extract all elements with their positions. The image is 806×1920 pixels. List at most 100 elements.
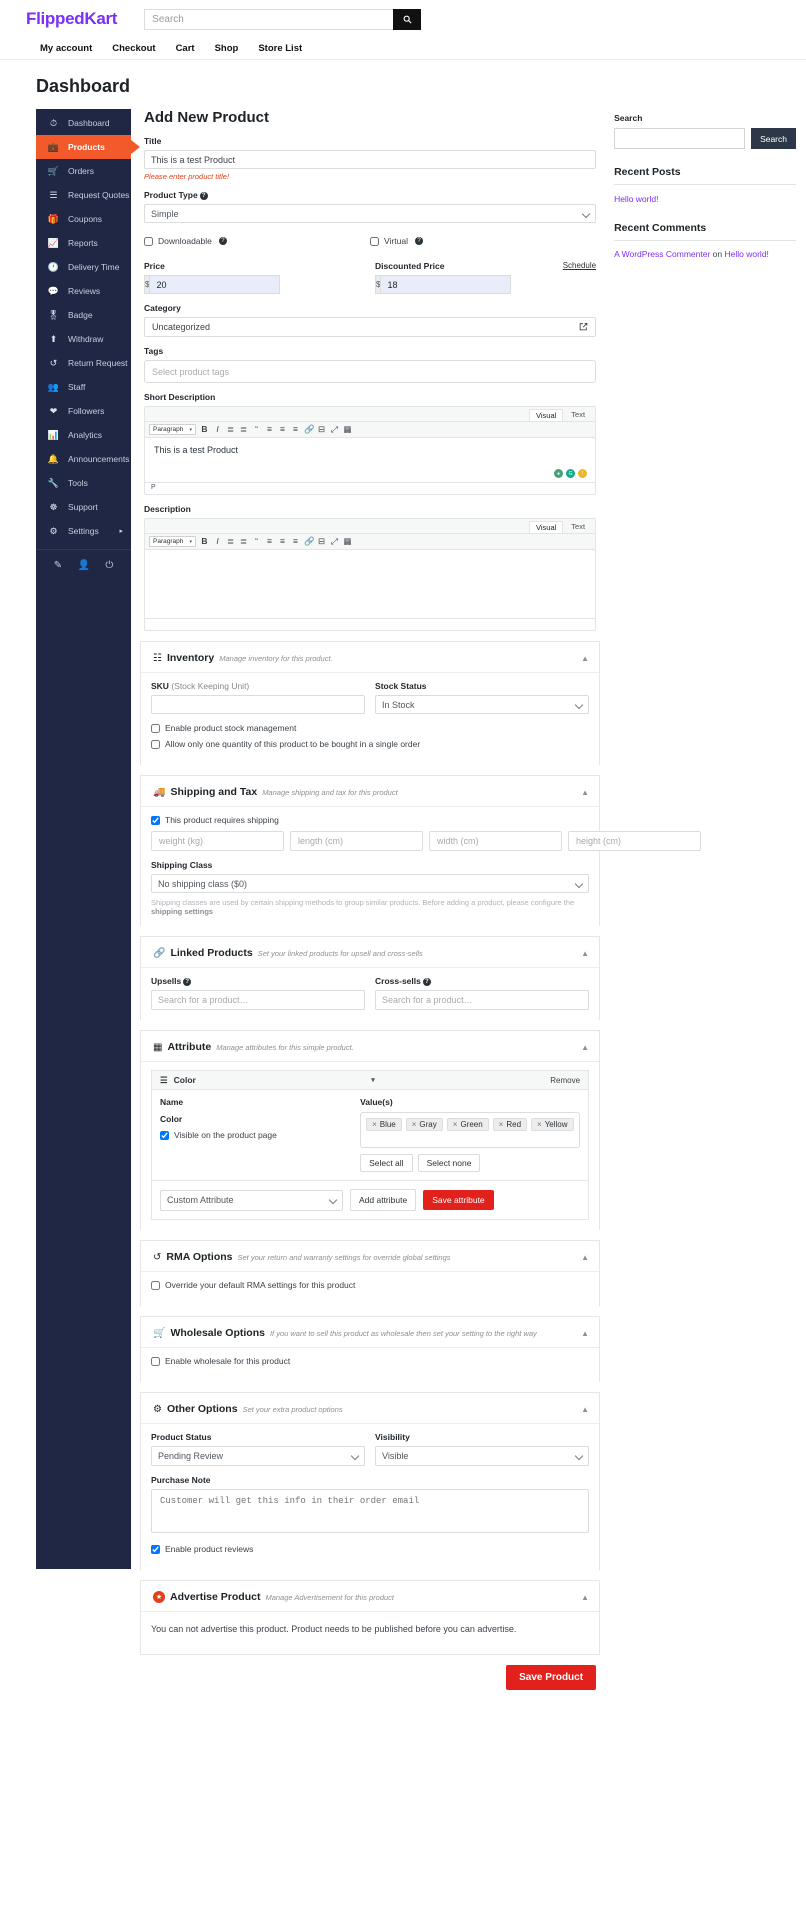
select-none-button[interactable]: Select none (417, 1154, 481, 1172)
downloadable-checkbox[interactable] (144, 236, 153, 246)
inventory-collapse-toggle[interactable]: ▲ (581, 654, 589, 663)
width-input[interactable] (429, 831, 562, 851)
help-icon[interactable]: ? (218, 237, 227, 245)
visibility-select[interactable]: Visible (375, 1446, 590, 1466)
nav-item-store-list[interactable]: Store List (248, 40, 312, 58)
tab-visual[interactable]: Visual (529, 409, 564, 421)
crosssells-input[interactable] (375, 990, 590, 1010)
user-icon[interactable]: 👤 (78, 560, 90, 571)
remove-attribute-button[interactable]: Remove (550, 1076, 580, 1085)
attribute-chip[interactable]: × Green (446, 1118, 489, 1131)
widget-search-button[interactable]: Search (751, 128, 796, 149)
close-icon[interactable]: × (537, 1120, 542, 1129)
attribute-row-header[interactable]: ☰ Color ▾ Remove (151, 1070, 590, 1090)
attribute-collapse-toggle[interactable]: ▲ (581, 1043, 589, 1052)
stock-management-checkbox[interactable] (151, 723, 160, 733)
bold-icon[interactable]: B (200, 537, 209, 546)
price-input[interactable] (149, 275, 281, 294)
attribute-chip[interactable]: × Gray (405, 1118, 443, 1131)
sidebar-item-staff[interactable]: 👥 Staff (36, 375, 131, 399)
save-product-button[interactable]: Save Product (506, 1665, 597, 1690)
blockquote-icon[interactable]: “ (252, 537, 261, 546)
linked-collapse-toggle[interactable]: ▲ (581, 949, 589, 958)
blockquote-icon[interactable]: “ (252, 425, 261, 434)
requires-shipping-checkbox[interactable] (151, 815, 160, 825)
sidebar-item-reports[interactable]: 📈 Reports (36, 231, 131, 255)
link-icon[interactable]: 🔗 (304, 425, 315, 434)
drag-handle-icon[interactable]: ☰ (160, 1075, 168, 1086)
sidebar-item-dashboard[interactable]: ⏱ Dashboard (36, 111, 131, 135)
sidebar-item-support[interactable]: ☸ Support (36, 495, 131, 519)
product-status-select[interactable]: Pending Review (151, 1446, 366, 1466)
help-icon[interactable]: ? (183, 978, 192, 986)
rma-override-checkbox[interactable] (151, 1280, 160, 1290)
chevron-right-icon[interactable]: ▸ (119, 527, 123, 535)
align-left-icon[interactable]: ≡ (265, 425, 274, 434)
align-center-icon[interactable]: ≡ (278, 425, 287, 434)
sidebar-item-badge[interactable]: 🎖 Badge (36, 303, 131, 327)
header-search-input[interactable] (144, 8, 394, 30)
weight-input[interactable] (151, 831, 284, 851)
align-right-icon[interactable]: ≡ (291, 425, 300, 434)
close-icon[interactable]: × (412, 1120, 417, 1129)
sidebar-item-announcements[interactable]: 🔔 Announcements (36, 447, 131, 471)
desc-body[interactable] (145, 550, 595, 618)
bulleted-list-icon[interactable]: ≣ (226, 425, 235, 434)
sidebar-item-coupons[interactable]: 🎁 Coupons (36, 207, 131, 231)
category-field[interactable]: Uncategorized (144, 317, 597, 337)
align-center-icon[interactable]: ≡ (278, 537, 287, 546)
advertise-collapse-toggle[interactable]: ▲ (581, 1593, 589, 1602)
brand-logo[interactable]: FlippedKart (26, 9, 117, 29)
upsells-input[interactable] (151, 990, 366, 1010)
edit-icon[interactable]: ✎ (54, 560, 62, 571)
sidebar-item-followers[interactable]: ❤ Followers (36, 399, 131, 423)
product-type-select[interactable]: Simple (144, 204, 597, 223)
stock-status-select[interactable]: In Stock (375, 695, 590, 714)
tab-text[interactable]: Text (565, 521, 591, 533)
header-search-button[interactable] (393, 8, 422, 30)
edit-square-icon[interactable] (579, 322, 588, 333)
custom-attribute-select[interactable]: Custom Attribute (160, 1189, 343, 1211)
sidebar-item-delivery-time[interactable]: 🕐 Delivery Time (36, 255, 131, 279)
fullscreen-icon[interactable]: ⤢ (330, 537, 339, 546)
discounted-price-input[interactable] (380, 275, 512, 294)
sidebar-item-products[interactable]: 💼 Products (36, 135, 140, 159)
sidebar-item-return-request[interactable]: ↺ Return Request (36, 351, 131, 375)
nav-item-checkout[interactable]: Checkout (102, 40, 165, 58)
purchase-note-textarea[interactable] (151, 1489, 590, 1533)
grammar-badge-icon[interactable]: ● (554, 469, 564, 478)
power-icon[interactable]: ⏻ (105, 560, 113, 571)
toolbar-toggle-icon[interactable]: ▦ (343, 425, 352, 434)
tags-field[interactable]: Select product tags (144, 360, 597, 383)
rma-collapse-toggle[interactable]: ▲ (581, 1253, 589, 1262)
height-input[interactable] (568, 831, 701, 851)
attribute-chip[interactable]: × Blue (366, 1118, 402, 1131)
tab-visual[interactable]: Visual (529, 521, 564, 533)
link-icon[interactable]: 🔗 (304, 537, 315, 546)
toolbar-toggle-icon[interactable]: ▦ (343, 537, 352, 546)
length-input[interactable] (290, 831, 423, 851)
read-more-icon[interactable]: ⊟ (317, 537, 326, 546)
bulleted-list-icon[interactable]: ≣ (226, 537, 235, 546)
tab-text[interactable]: Text (565, 409, 591, 421)
italic-icon[interactable]: I (213, 537, 222, 546)
align-left-icon[interactable]: ≡ (265, 537, 274, 546)
sidebar-item-analytics[interactable]: 📊 Analytics (36, 423, 131, 447)
short-desc-body[interactable]: This is a test Product ● G ! (145, 438, 595, 482)
sku-input[interactable] (151, 695, 366, 714)
recent-post-link[interactable]: Hello world! (614, 194, 658, 204)
help-icon[interactable]: ? (199, 192, 208, 200)
widget-search-input[interactable] (614, 128, 746, 149)
fullscreen-icon[interactable]: ⤢ (330, 425, 339, 434)
sidebar-item-request-quotes[interactable]: ☰ Request Quotes (36, 183, 131, 207)
attribute-chip[interactable]: × Red (492, 1118, 528, 1131)
comment-author-link[interactable]: A WordPress Commenter (614, 249, 710, 259)
nav-item-shop[interactable]: Shop (205, 40, 249, 58)
wholesale-collapse-toggle[interactable]: ▲ (581, 1329, 589, 1338)
nav-item-cart[interactable]: Cart (166, 40, 205, 58)
attribute-value-chips[interactable]: × Blue × Gray × Green × Red × Yellow (360, 1112, 581, 1148)
sidebar-item-tools[interactable]: 🔧 Tools (36, 471, 131, 495)
read-more-icon[interactable]: ⊟ (317, 425, 326, 434)
sidebar-item-orders[interactable]: 🛒 Orders (36, 159, 131, 183)
chevron-down-icon[interactable]: ▾ (371, 1076, 375, 1084)
